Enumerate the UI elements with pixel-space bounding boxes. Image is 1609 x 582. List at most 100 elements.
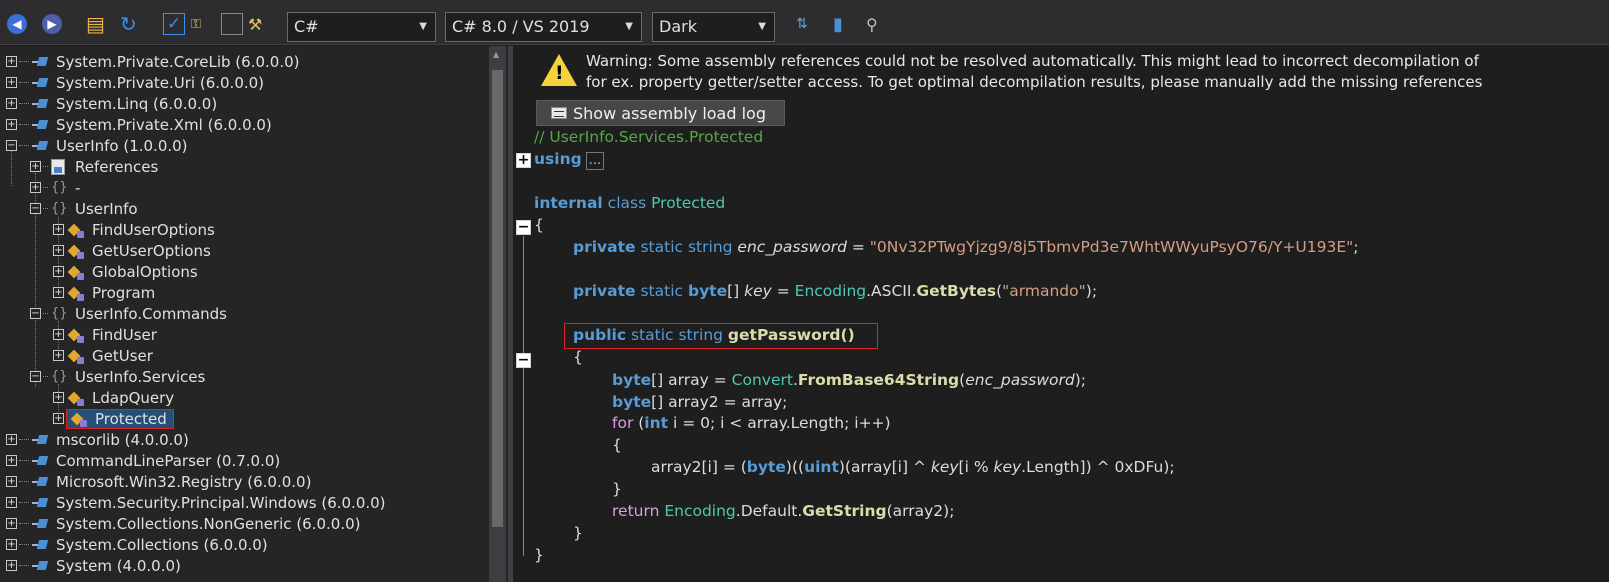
- search-button[interactable]: ⚲: [866, 12, 878, 36]
- assembly-icon: [32, 118, 48, 132]
- expand-icon[interactable]: +: [6, 518, 17, 529]
- tree-item[interactable]: + System.Collections (6.0.0.0): [6, 534, 268, 555]
- show-all-checkbox[interactable]: [221, 12, 243, 36]
- expand-icon[interactable]: +: [53, 392, 64, 403]
- tree-item[interactable]: + System.Private.Uri (6.0.0.0): [6, 72, 264, 93]
- expand-icon[interactable]: +: [6, 455, 17, 466]
- tree-item[interactable]: + Microsoft.Win32.Registry (6.0.0.0): [6, 471, 311, 492]
- expand-fold-icon[interactable]: +: [516, 153, 531, 168]
- back-arrow-icon: ◀: [7, 14, 27, 34]
- sort-button[interactable]: ⇅: [796, 12, 808, 36]
- for-open-brace: {: [612, 436, 622, 454]
- tree-item[interactable]: + GetUser: [53, 345, 153, 366]
- tree-item-label: Protected: [95, 409, 167, 428]
- language-version-select[interactable]: C# 8.0 / VS 2019 ▼: [445, 12, 642, 42]
- forward-arrow-icon: ▶: [42, 14, 62, 34]
- tree-connector: [19, 124, 29, 125]
- tree-item[interactable]: + CommandLineParser (0.7.0.0): [6, 450, 280, 471]
- tree-connector: [19, 481, 29, 482]
- warning-text-line-2: for ex. property getter/setter access. T…: [586, 73, 1483, 91]
- class-icon: [66, 222, 84, 238]
- method-name[interactable]: getPassword: [728, 326, 841, 344]
- tree-item[interactable]: + System.Linq (6.0.0.0): [6, 93, 217, 114]
- tree-item[interactable]: + FindUser: [53, 324, 157, 345]
- empty-checkbox-icon: [221, 13, 243, 35]
- expand-icon[interactable]: +: [53, 224, 64, 235]
- language-select[interactable]: C# ▼: [287, 12, 436, 42]
- reload-button[interactable]: ↻: [120, 12, 137, 36]
- collapse-icon[interactable]: −: [30, 371, 41, 382]
- expand-icon[interactable]: +: [53, 329, 64, 340]
- tree-item[interactable]: + mscorlib (4.0.0.0): [6, 429, 189, 450]
- tree-item[interactable]: + Program: [53, 282, 155, 303]
- expand-icon[interactable]: +: [53, 245, 64, 256]
- tree-item-label: System.Private.Xml (6.0.0.0): [56, 115, 272, 134]
- tree-item[interactable]: + {} -: [30, 177, 80, 198]
- tree-item[interactable]: −{} UserInfo: [30, 198, 138, 219]
- expand-icon[interactable]: +: [6, 77, 17, 88]
- assembly-tree[interactable]: + System.Private.CoreLib (6.0.0.0) + Syste…: [0, 46, 508, 582]
- get-password-signature: public static string getPassword(): [573, 326, 855, 344]
- tree-item[interactable]: + System.Collections.NonGeneric (6.0.0.0): [6, 513, 361, 534]
- expand-icon[interactable]: +: [6, 560, 17, 571]
- expand-icon[interactable]: +: [6, 434, 17, 445]
- expand-icon[interactable]: +: [53, 266, 64, 277]
- collapsed-usings[interactable]: ...: [585, 152, 605, 170]
- class-name[interactable]: Protected: [651, 194, 725, 212]
- internal-keyword: internal: [534, 194, 603, 212]
- collapse-fold-icon[interactable]: −: [516, 353, 531, 368]
- show-internal-checkbox[interactable]: ✓: [163, 12, 185, 36]
- warning-text-line-1: Warning: Some assembly references could …: [586, 52, 1479, 70]
- tree-item[interactable]: + LdapQuery: [53, 387, 174, 408]
- tree-item[interactable]: + References: [30, 156, 158, 177]
- expand-icon[interactable]: +: [53, 350, 64, 361]
- language-select-value: C#: [294, 17, 319, 36]
- back-button[interactable]: ◀: [7, 12, 27, 36]
- tree-item-label: GetUser: [92, 346, 153, 365]
- collapse-fold-icon[interactable]: −: [516, 220, 531, 235]
- chevron-down-icon: ▼: [758, 21, 766, 32]
- collapse-icon[interactable]: −: [30, 308, 41, 319]
- tree-connector: [19, 523, 29, 524]
- tree-item[interactable]: + System (4.0.0.0): [6, 555, 181, 576]
- show-internal-icon: ⚿: [191, 16, 201, 32]
- class-icon: [69, 411, 87, 427]
- tree-scrollbar[interactable]: ▲: [489, 46, 506, 582]
- collapse-icon[interactable]: −: [6, 140, 17, 151]
- expand-icon[interactable]: +: [6, 497, 17, 508]
- tree-item-label: -: [75, 178, 81, 197]
- tree-item[interactable]: −{} UserInfo.Services: [30, 366, 205, 387]
- expand-icon[interactable]: +: [6, 539, 17, 550]
- expand-icon[interactable]: +: [53, 413, 64, 424]
- manage-lists-button[interactable]: ▮: [833, 12, 843, 36]
- collapse-icon[interactable]: −: [30, 203, 41, 214]
- tree-item[interactable]: + System.Private.CoreLib (6.0.0.0): [6, 51, 299, 72]
- decompiled-code-view[interactable]: ! Warning: Some assembly references coul…: [513, 46, 1609, 582]
- expand-icon[interactable]: +: [53, 287, 64, 298]
- scrollbar-thumb[interactable]: [492, 70, 503, 527]
- tree-item-selected[interactable]: + Protected: [53, 408, 174, 429]
- tree-item-label: UserInfo.Commands: [75, 304, 227, 323]
- scroll-up-icon[interactable]: ▲: [493, 50, 499, 59]
- theme-select[interactable]: Dark ▼: [652, 12, 775, 42]
- expand-icon[interactable]: +: [30, 182, 41, 193]
- expand-icon[interactable]: +: [6, 56, 17, 67]
- expand-icon[interactable]: +: [30, 161, 41, 172]
- open-file-button[interactable]: ▤: [86, 12, 105, 36]
- class-close-brace: }: [534, 546, 544, 564]
- expand-icon[interactable]: +: [6, 476, 17, 487]
- tree-item[interactable]: − UserInfo (1.0.0.0): [6, 135, 188, 156]
- expand-icon[interactable]: +: [6, 119, 17, 130]
- tree-item[interactable]: + GetUserOptions: [53, 240, 211, 261]
- tree-item[interactable]: + GlobalOptions: [53, 261, 198, 282]
- tree-connector: [19, 544, 29, 545]
- tree-item-label: System.Private.CoreLib (6.0.0.0): [56, 52, 300, 71]
- tree-item[interactable]: + System.Private.Xml (6.0.0.0): [6, 114, 272, 135]
- forward-button[interactable]: ▶: [42, 12, 62, 36]
- code-comment: // UserInfo.Services.Protected: [534, 128, 764, 146]
- expand-icon[interactable]: +: [6, 98, 17, 109]
- tree-item[interactable]: + System.Security.Principal.Windows (6.0.…: [6, 492, 386, 513]
- show-assembly-load-log-button[interactable]: Show assembly load log: [536, 100, 785, 126]
- tree-item[interactable]: + FindUserOptions: [53, 219, 215, 240]
- tree-item[interactable]: −{} UserInfo.Commands: [30, 303, 227, 324]
